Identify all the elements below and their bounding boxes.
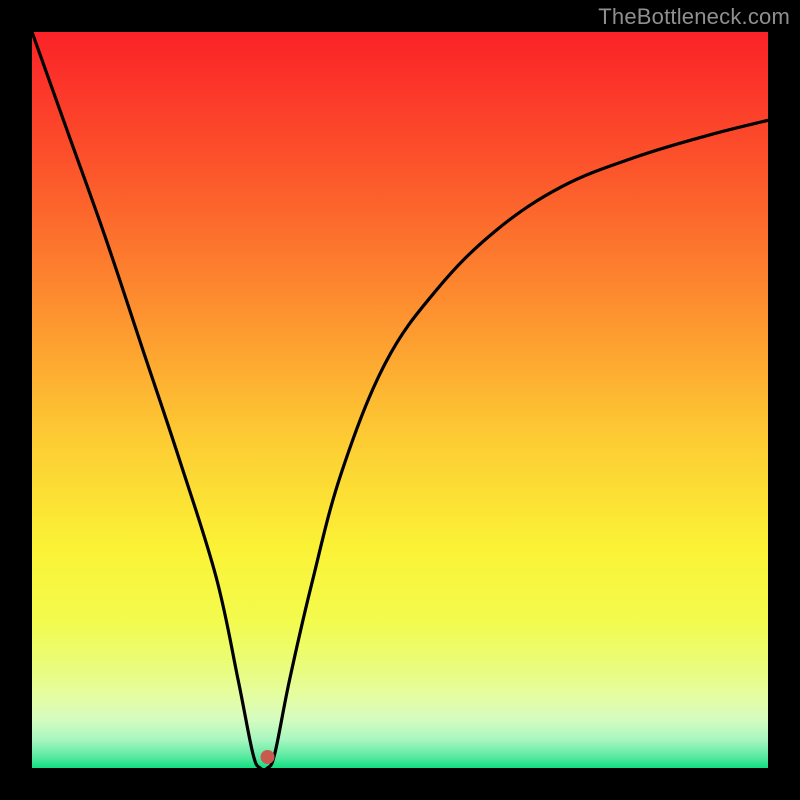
minimum-marker (261, 750, 275, 764)
plot-area (32, 32, 768, 768)
chart-frame: TheBottleneck.com (0, 0, 800, 800)
bottleneck-curve (32, 32, 768, 768)
watermark-text: TheBottleneck.com (598, 4, 790, 30)
